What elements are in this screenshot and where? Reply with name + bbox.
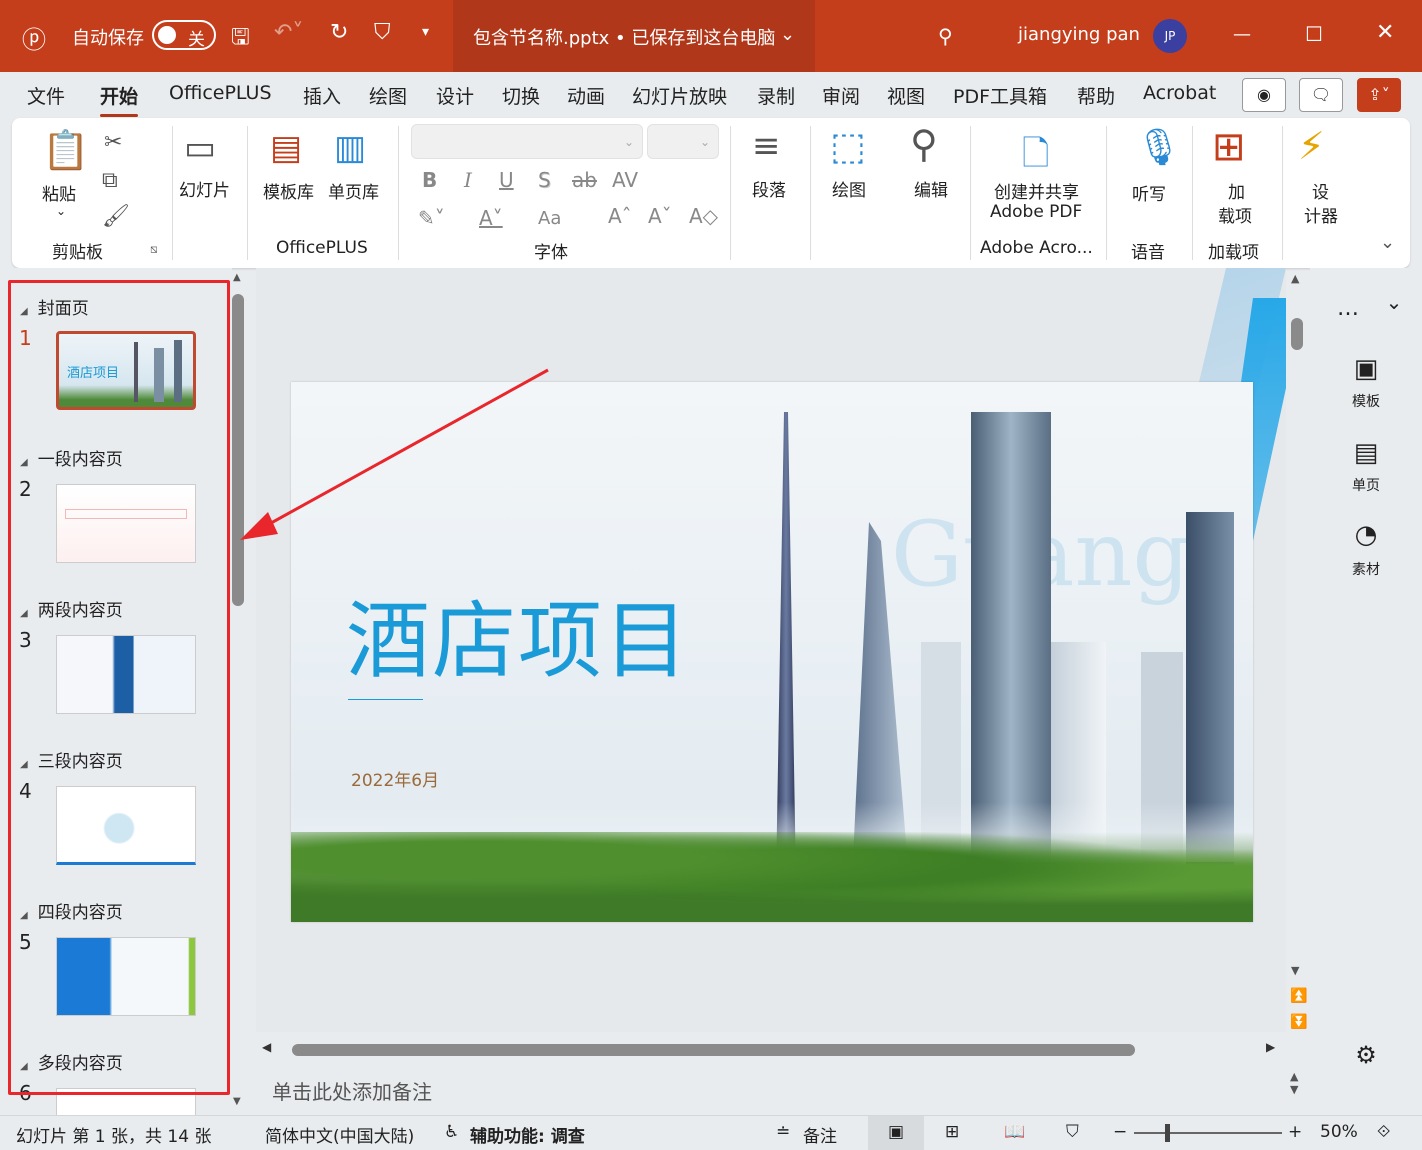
fit-to-window-icon[interactable]: ⟐ [1377,1122,1390,1142]
template-pane-button[interactable]: 模板 [1310,391,1422,411]
annotation-arrow [240,368,549,540]
slide-horizontal-scrollbar[interactable]: ◀ ▶ [262,1040,1280,1058]
notes-placeholder[interactable]: 单击此处添加备注 [272,1076,432,1105]
notes-toggle-button[interactable]: 备注 [803,1122,837,1147]
slide-vertical-scrollbar[interactable]: ▲ ▼ ⏫ ⏬ [1290,272,1308,1042]
notes-scroll-up[interactable]: ▲ ▼ [1290,1070,1298,1096]
next-slide-icon: ⏬ [1290,1014,1308,1030]
material-icon[interactable]: ◔ [1310,520,1422,550]
slide-count: 幻灯片 第 1 张，共 14 张 [16,1127,212,1147]
settings-gear-icon[interactable]: ⚙ [1310,1041,1422,1069]
template-icon[interactable]: ▣ [1310,354,1422,384]
normal-view-button[interactable]: ▣ [868,1116,924,1150]
language-status[interactable]: 简体中文(中国大陆) [265,1122,414,1147]
zoom-slider-thumb[interactable] [1165,1124,1170,1142]
zoom-out-button[interactable]: − [1113,1122,1127,1142]
slideshow-button[interactable]: ⛉ [1066,1122,1079,1142]
notes-pane[interactable]: 单击此处添加备注 ▲ ▼ [256,1064,1298,1114]
zoom-level[interactable]: 50% [1320,1122,1358,1142]
notes-icon[interactable]: ≐ [776,1122,790,1142]
previous-slide-icon: ⏫ [1290,988,1308,1004]
zoom-slider[interactable] [1134,1132,1282,1134]
single-page-pane-button[interactable]: 单页 [1310,475,1422,495]
material-pane-button[interactable]: 素材 [1310,559,1422,579]
accessibility-icon[interactable]: ♿ [444,1122,459,1142]
single-page-icon[interactable]: ▤ [1310,438,1422,468]
designer-side-pane: … ⌄ ▣ 模板 ▤ 单页 ◔ 素材 ⚙ [1310,268,1422,1115]
zoom-in-button[interactable]: + [1288,1122,1302,1142]
slide-sorter-button[interactable]: ⊞ [945,1122,959,1142]
status-bar: 幻灯片 第 1 张，共 14 张 简体中文(中国大陆) ♿ 辅助功能: 调查 ≐… [0,1115,1422,1150]
chevron-down-icon[interactable]: ⌄ [1338,290,1422,314]
accessibility-status[interactable]: 辅助功能: 调查 [470,1122,585,1147]
reading-view-button[interactable]: 📖 [1004,1122,1025,1142]
